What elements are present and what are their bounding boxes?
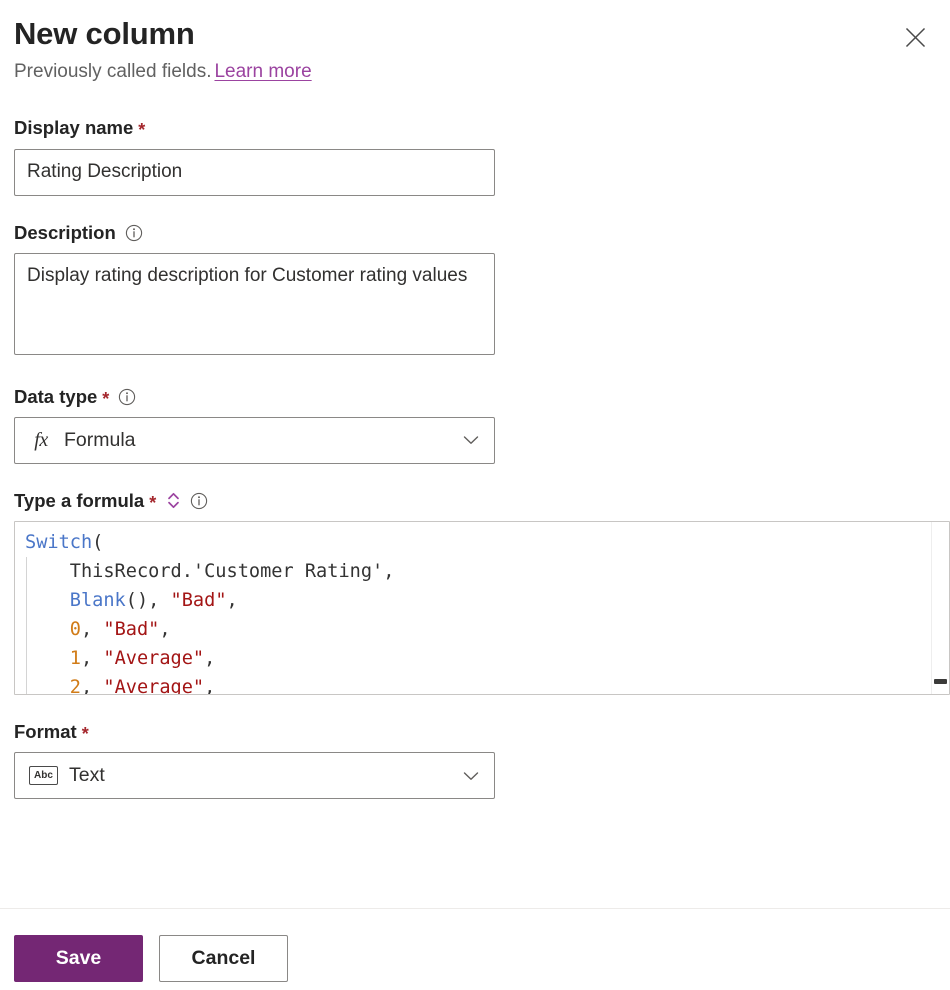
chevron-up-down-icon[interactable]: [165, 491, 181, 511]
code-token-punct: ,: [383, 561, 395, 583]
field-formula: Type a formula * Switch(ThisRecord.'Cus…: [14, 490, 950, 696]
abc-icon: Abc: [29, 766, 58, 786]
info-icon[interactable]: [118, 388, 136, 406]
display-name-label: Display name *: [14, 117, 936, 139]
code-token-plain: ThisRecord.: [25, 561, 193, 583]
required-asterisk: *: [102, 388, 110, 409]
code-token-punct: (: [92, 532, 104, 554]
subtitle-text: Previously called fields.: [14, 60, 212, 82]
code-token-str: "Average": [103, 677, 205, 695]
field-description: Description: [14, 222, 936, 360]
field-format: Format * Abc Text: [14, 721, 936, 800]
code-token-punct: ,: [226, 590, 238, 612]
field-data-type: Data type * fx Formula: [14, 386, 936, 464]
description-textarea[interactable]: [14, 252, 495, 355]
formula-line: ThisRecord.'Customer Rating',: [25, 557, 932, 586]
format-value: Text: [69, 764, 105, 787]
page-title: New column: [14, 16, 195, 51]
required-asterisk: *: [81, 724, 89, 745]
code-token-fn: Switch: [25, 532, 93, 554]
formula-line: 0, "Bad",: [25, 615, 932, 644]
formula-label-text: Type a formula: [14, 489, 145, 511]
save-button[interactable]: Save: [14, 935, 143, 982]
format-dropdown[interactable]: Abc Text: [14, 752, 495, 800]
formula-line: 1, "Average",: [25, 644, 932, 673]
cancel-button[interactable]: Cancel: [159, 935, 288, 982]
formula-line: Switch(: [25, 528, 932, 557]
display-name-label-text: Display name: [14, 117, 134, 139]
code-token-punct: ,: [204, 677, 216, 695]
chevron-down-icon[interactable]: [458, 763, 484, 789]
code-token-punct: ,: [80, 648, 104, 670]
close-button[interactable]: [894, 18, 936, 60]
data-type-value: Formula: [64, 428, 136, 451]
formula-scrollbar[interactable]: [931, 522, 949, 695]
data-type-label-text: Data type: [14, 385, 98, 407]
code-token-str: "Bad": [170, 590, 227, 612]
code-token-punct: ,: [159, 619, 171, 641]
form-body: Display name * Description: [0, 83, 950, 908]
code-token-punct: ,: [204, 648, 216, 670]
chevron-down-icon[interactable]: [458, 427, 484, 453]
formula-label: Type a formula *: [14, 490, 936, 512]
code-token-str: "Bad": [103, 619, 160, 641]
data-type-dropdown[interactable]: fx Formula: [14, 416, 495, 464]
close-icon: [905, 27, 926, 51]
info-icon[interactable]: [125, 224, 143, 242]
required-asterisk: *: [138, 120, 146, 141]
display-name-input[interactable]: [14, 148, 495, 196]
code-token-fn: Blank: [69, 590, 126, 612]
code-token-num: 1: [69, 648, 81, 670]
learn-more-link[interactable]: Learn more: [214, 61, 311, 82]
code-token-num: 0: [69, 619, 81, 641]
fx-icon: fx: [34, 428, 48, 451]
code-token-plain: 'Customer Rating': [192, 561, 384, 583]
code-token-punct: ,: [80, 677, 104, 695]
description-label-text: Description: [14, 221, 116, 243]
description-label: Description: [14, 222, 936, 244]
code-token-punct: (),: [125, 590, 171, 612]
code-token-str: "Average": [103, 648, 205, 670]
info-icon[interactable]: [190, 492, 208, 510]
panel-footer: Save Cancel: [0, 908, 950, 990]
format-label: Format *: [14, 721, 936, 743]
field-display-name: Display name *: [14, 117, 936, 196]
formula-editor[interactable]: Switch( ThisRecord.'Customer Rating', Bl…: [14, 521, 950, 696]
format-label-text: Format: [14, 721, 77, 743]
formula-line: Blank(), "Bad",: [25, 586, 932, 615]
code-token-punct: ,: [80, 619, 104, 641]
new-column-panel: New column Previously called fields. Lear…: [0, 0, 950, 990]
required-asterisk: *: [149, 492, 157, 513]
code-token-num: 2: [69, 677, 81, 695]
formula-resize-handle[interactable]: [934, 679, 947, 685]
panel-subtitle: Previously called fields. Learn more: [14, 60, 930, 84]
panel-header: New column Previously called fields. Lear…: [0, 0, 950, 83]
data-type-label: Data type *: [14, 386, 936, 408]
formula-line: 2, "Average",: [25, 673, 932, 694]
formula-code-area[interactable]: Switch( ThisRecord.'Customer Rating', Bl…: [15, 522, 932, 694]
